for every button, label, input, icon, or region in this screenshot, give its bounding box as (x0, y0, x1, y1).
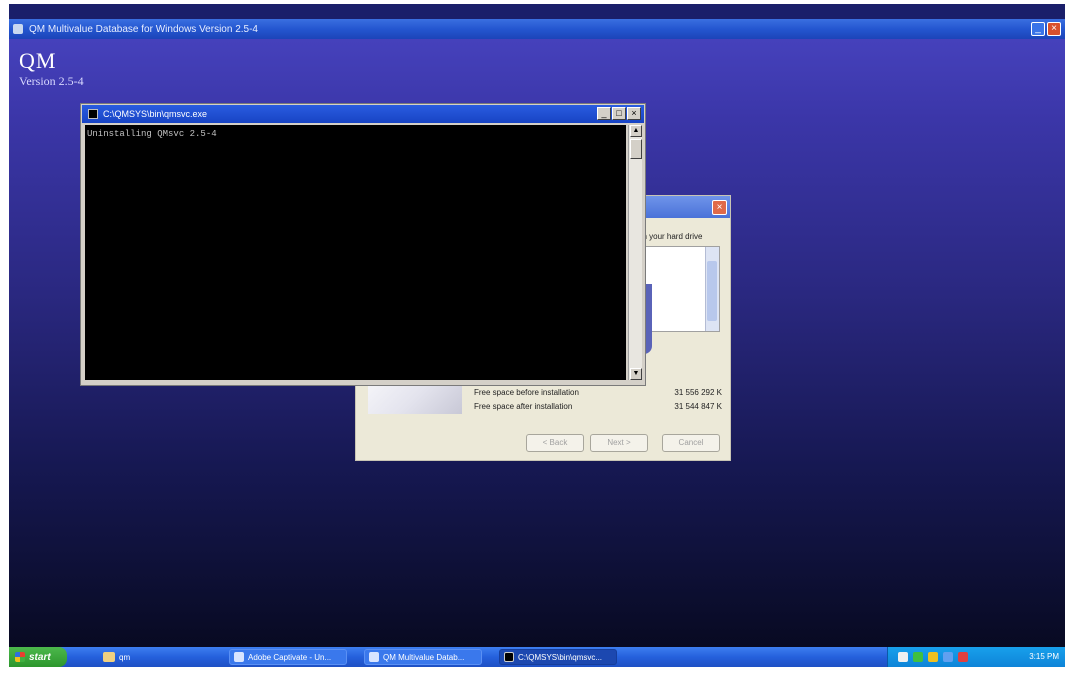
taskbar-item-captivate[interactable]: Adobe Captivate - Un... (229, 649, 347, 665)
quick-launch-label: qm (119, 652, 131, 662)
space-before-value: 31 556 292 K (674, 388, 722, 397)
taskbar-item-qm-installer[interactable]: QM Multivalue Datab... (364, 649, 482, 665)
task-label: QM Multivalue Datab... (383, 652, 465, 662)
console-output-line: Uninstalling QMsvc 2.5-4 (87, 129, 217, 139)
setup-close-button[interactable]: × (712, 200, 727, 215)
console-scroll-thumb[interactable] (630, 139, 642, 159)
setup-list-scrollbar[interactable] (705, 247, 719, 331)
installer-titlebar[interactable]: QM Multivalue Database for Windows Versi… (9, 19, 1065, 39)
desktop-screen: QM Multivalue Database for Windows Versi… (9, 4, 1065, 667)
console-title: C:\QMSYS\bin\qmsvc.exe (103, 109, 208, 119)
space-after-value: 31 544 847 K (674, 402, 722, 411)
task-label: C:\QMSYS\bin\qmsvc... (518, 652, 603, 662)
scroll-up-icon[interactable]: ▲ (630, 125, 642, 137)
space-before-label: Free space before installation (474, 388, 579, 397)
qm-icon (369, 652, 379, 662)
network-icon[interactable] (898, 652, 908, 662)
space-after-label: Free space after installation (474, 402, 573, 411)
system-tray: 3:15 PM (887, 647, 1065, 667)
console-restore-button[interactable]: □ (612, 107, 626, 120)
close-button[interactable]: × (1047, 22, 1061, 36)
console-icon (504, 652, 514, 662)
app-name: QM (19, 48, 57, 73)
installer-window: QM Multivalue Database for Windows Versi… (9, 4, 1065, 647)
security-icon[interactable] (913, 652, 923, 662)
console-minimize-button[interactable]: _ (597, 107, 611, 120)
scroll-down-icon[interactable]: ▼ (630, 368, 642, 380)
console-icon (88, 109, 98, 119)
captivate-icon (234, 652, 244, 662)
installer-title: QM Multivalue Database for Windows Versi… (29, 23, 258, 35)
taskbar: start qm Adobe Captivate - Un... QM Mult… (9, 647, 1065, 667)
windows-flag-icon (15, 652, 25, 662)
volume-icon[interactable] (943, 652, 953, 662)
top-strip (9, 4, 1065, 19)
console-output[interactable]: Uninstalling QMsvc 2.5-4 (85, 125, 626, 380)
setup-list-scroll-thumb[interactable] (707, 261, 717, 321)
back-button[interactable]: < Back (526, 434, 584, 452)
app-version: Version 2.5-4 (19, 74, 84, 88)
console-close-button[interactable]: × (627, 107, 641, 120)
minimize-button[interactable]: _ (1031, 22, 1045, 36)
next-button[interactable]: Next > (590, 434, 648, 452)
folder-icon (103, 652, 115, 662)
cancel-button[interactable]: Cancel (662, 434, 720, 452)
console-titlebar[interactable]: C:\QMSYS\bin\qmsvc.exe _ □ × (82, 105, 644, 123)
alert-icon[interactable] (958, 652, 968, 662)
quick-launch-qm[interactable]: qm (103, 650, 130, 664)
console-window: C:\QMSYS\bin\qmsvc.exe _ □ × Uninstallin… (80, 103, 646, 386)
start-label: start (29, 651, 51, 663)
start-button[interactable]: start (9, 647, 67, 667)
app-icon (13, 24, 23, 34)
console-scrollbar[interactable]: ▲ ▼ (628, 125, 642, 380)
update-icon[interactable] (928, 652, 938, 662)
setup-header-text: on your hard drive (638, 232, 703, 241)
task-label: Adobe Captivate - Un... (248, 652, 332, 662)
taskbar-item-console[interactable]: C:\QMSYS\bin\qmsvc... (499, 649, 617, 665)
clock[interactable]: 3:15 PM (1029, 652, 1059, 661)
